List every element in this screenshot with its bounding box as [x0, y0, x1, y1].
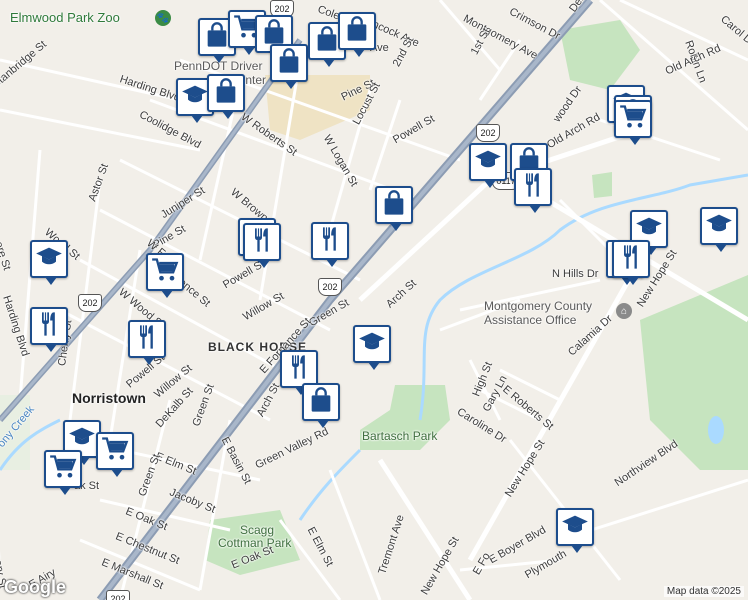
- shopping-bag-icon: [380, 189, 408, 222]
- graduation-cap-icon: [35, 243, 63, 276]
- route-202-shield: 202: [476, 124, 500, 142]
- park-label-scagg-1[interactable]: Scagg: [240, 524, 274, 536]
- grocery-marker[interactable]: [614, 100, 652, 145]
- shopping-bag-icon: [343, 15, 371, 48]
- shopping-bag-icon: [313, 25, 341, 58]
- grocery-marker[interactable]: [96, 432, 134, 477]
- shopping-bag-icon: [212, 77, 240, 110]
- route-202-shield: 202: [318, 278, 342, 296]
- map-canvas[interactable]: Elmwood Park Zoo 🐾 PennDOT Driver Center…: [0, 0, 748, 600]
- shopping-bag-marker[interactable]: [207, 74, 245, 119]
- graduation-cap-icon: [561, 511, 589, 544]
- fork-knife-icon: [133, 323, 161, 356]
- restaurant-marker[interactable]: [30, 307, 68, 352]
- fork-knife-icon: [285, 353, 313, 386]
- route-202-shield: 202: [106, 590, 130, 600]
- map-data-credit: Map data ©2025: [663, 586, 744, 597]
- shopping-bag-icon: [275, 47, 303, 80]
- shopping-bag-icon: [307, 386, 335, 419]
- shopping-cart-icon: [49, 453, 77, 486]
- zoo-icon[interactable]: 🐾: [155, 10, 171, 26]
- education-marker[interactable]: [353, 325, 391, 370]
- government-office-icon[interactable]: ⌂: [616, 303, 632, 319]
- shopping-cart-icon: [101, 435, 129, 468]
- shopping-bag-marker[interactable]: [270, 44, 308, 89]
- graduation-cap-icon: [358, 328, 386, 361]
- town-label-norristown: Norristown: [72, 390, 146, 406]
- restaurant-marker[interactable]: [514, 168, 552, 213]
- restaurant-marker[interactable]: [612, 240, 650, 285]
- grocery-marker[interactable]: [44, 450, 82, 495]
- park-label-scagg-2[interactable]: Cottman Park: [218, 537, 291, 549]
- shopping-bag-icon: [203, 21, 231, 54]
- county-office-label-1[interactable]: Montgomery County: [484, 300, 592, 312]
- restaurant-marker[interactable]: [311, 222, 349, 267]
- fork-knife-icon: [617, 243, 645, 276]
- education-marker[interactable]: [700, 207, 738, 252]
- county-office-label-2[interactable]: Assistance Office: [484, 314, 576, 326]
- fork-knife-icon: [248, 226, 276, 259]
- park-label-bartasch[interactable]: Bartasch Park: [362, 430, 437, 442]
- education-marker[interactable]: [556, 508, 594, 553]
- education-marker[interactable]: [30, 240, 68, 285]
- shopping-bag-marker[interactable]: [302, 383, 340, 428]
- google-logo: Google: [4, 577, 66, 597]
- shopping-bag-marker[interactable]: [338, 12, 376, 57]
- grocery-marker[interactable]: [146, 253, 184, 298]
- zoo-label[interactable]: Elmwood Park Zoo: [10, 11, 120, 24]
- restaurant-marker[interactable]: [243, 223, 281, 268]
- shopping-cart-icon: [619, 103, 647, 136]
- graduation-cap-icon: [705, 210, 733, 243]
- route-202-shield: 202: [78, 294, 102, 312]
- education-marker[interactable]: [469, 143, 507, 188]
- fork-knife-icon: [519, 171, 547, 204]
- fork-knife-icon: [35, 310, 63, 343]
- shopping-cart-icon: [151, 256, 179, 289]
- graduation-cap-icon: [181, 81, 209, 114]
- shopping-bag-marker[interactable]: [375, 186, 413, 231]
- restaurant-marker[interactable]: [128, 320, 166, 365]
- fork-knife-icon: [316, 225, 344, 258]
- graduation-cap-icon: [474, 146, 502, 179]
- street-label: N Hills Dr: [552, 268, 599, 280]
